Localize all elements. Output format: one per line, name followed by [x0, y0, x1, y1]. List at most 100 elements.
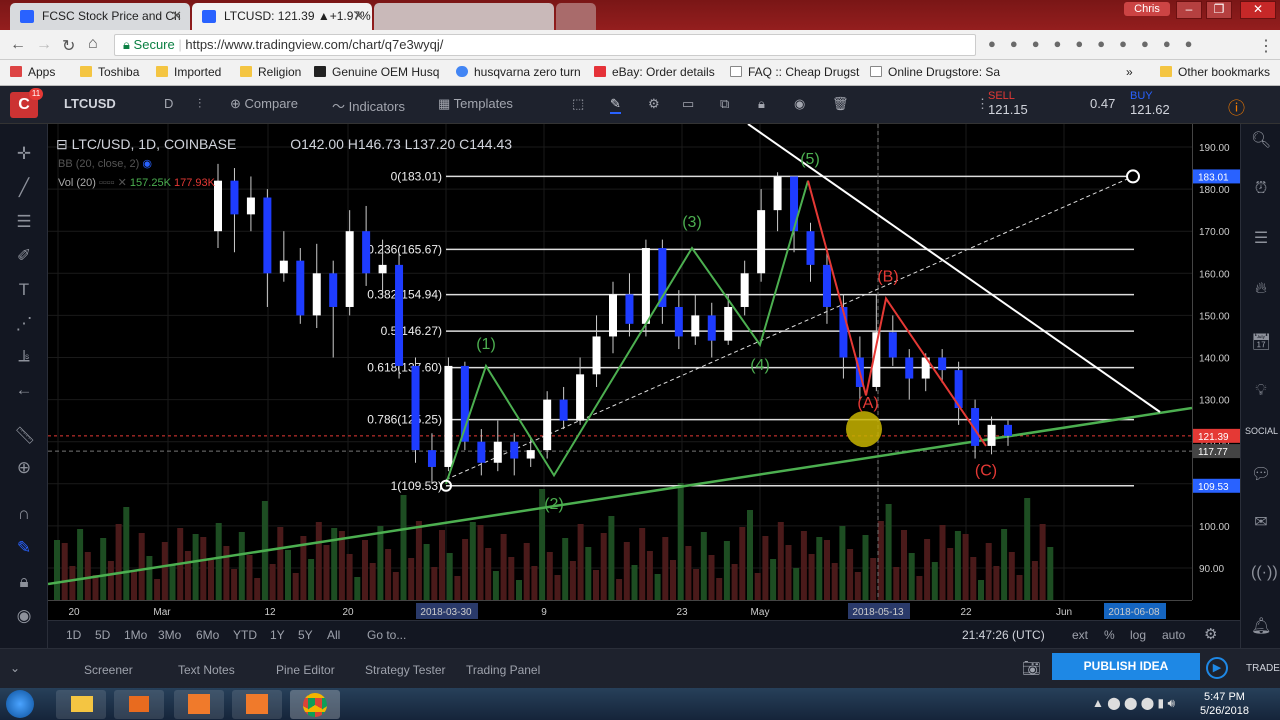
range-all[interactable]: All	[327, 628, 340, 642]
legend-title[interactable]: LTC/USD, 1D, COINBASE	[72, 136, 237, 152]
bookmark-husqvarna[interactable]: husqvarna zero turn	[456, 65, 581, 79]
bookmark-apps[interactable]: Apps	[10, 65, 55, 79]
templates-button[interactable]: ▦ Templates	[438, 96, 513, 112]
zoom-in-icon[interactable]: ⊕	[14, 458, 34, 478]
close-tab-icon[interactable]: ✕	[353, 8, 364, 24]
select-icon[interactable]: ⬚	[572, 96, 584, 112]
bb-legend[interactable]: BB (20, close, 2) ◉	[58, 157, 152, 170]
bookmark-religion[interactable]: Religion	[240, 65, 301, 79]
back-icon[interactable]: ←	[10, 36, 26, 54]
ruler-icon[interactable]: 📏︎	[14, 426, 36, 446]
alert-clock-icon[interactable]: ⏰︎	[1251, 180, 1271, 200]
pattern-icon[interactable]: ⋰	[14, 314, 34, 334]
menu-icon[interactable]: ⋮	[1258, 36, 1274, 56]
compare-button[interactable]: ⊕ Compare	[230, 96, 298, 112]
hotlist-icon[interactable]: 🔥︎	[1251, 280, 1271, 300]
range-3mo[interactable]: 3Mo	[158, 628, 181, 642]
range-1y[interactable]: 1Y	[270, 628, 285, 642]
bookmark-husq[interactable]: Genuine OEM Husq	[314, 65, 439, 79]
copy-icon[interactable]: ⧉	[720, 96, 729, 112]
trash-icon[interactable]: 🗑︎	[832, 96, 849, 112]
range-5y[interactable]: 5Y	[298, 628, 313, 642]
bookmark-ebay[interactable]: eBay: Order details	[594, 65, 715, 79]
vol-legend[interactable]: Vol (20) ▫▫▫▫ ✕ 157.25K 177.93K	[58, 176, 215, 189]
tab-text-notes[interactable]: Text Notes	[178, 663, 235, 677]
bookmarks-overflow-icon[interactable]: »	[1126, 65, 1133, 79]
start-button-icon[interactable]	[6, 690, 34, 718]
browser-tab[interactable]	[374, 3, 554, 30]
stream-icon[interactable]: ((·))	[1251, 564, 1278, 584]
bookmark-faq[interactable]: FAQ :: Cheap Drugst	[730, 65, 859, 79]
close-window-icon[interactable]: ✕	[1240, 1, 1276, 19]
goto-button[interactable]: Go to...	[367, 628, 406, 642]
bookmark-imported[interactable]: Imported	[156, 65, 221, 79]
browser-tab-active[interactable]: LTCUSD: 121.39 ▲+1.97% ✕	[192, 3, 372, 30]
text-icon[interactable]: T	[14, 280, 34, 300]
home-icon[interactable]: ⌂	[88, 35, 98, 53]
range-6mo[interactable]: 6Mo	[196, 628, 219, 642]
new-tab-button[interactable]	[556, 3, 596, 30]
interval-button[interactable]: D	[164, 96, 173, 111]
range-1mo[interactable]: 1Mo	[124, 628, 147, 642]
bars-style-icon[interactable]: ⫶	[198, 96, 201, 112]
reload-icon[interactable]: ↻	[62, 36, 75, 56]
lock-drawings-icon[interactable]: 🔒︎	[14, 572, 34, 592]
close-tab-icon[interactable]: ✕	[171, 8, 182, 24]
calendar-icon[interactable]: 📅︎	[1251, 332, 1271, 352]
minimize-icon[interactable]: –	[1176, 1, 1202, 19]
time-axis[interactable]: 20 Mar 12 20 2018-03-30 9 23 May 2018-05-13 22 Jun…	[48, 600, 1192, 620]
horizontal-lines-icon[interactable]: ☰	[14, 212, 34, 232]
camera-icon[interactable]: 📷︎	[1022, 659, 1041, 677]
tab-strategy-tester[interactable]: Strategy Tester	[365, 663, 445, 677]
chrome-icon[interactable]	[290, 690, 340, 719]
explorer-icon[interactable]	[56, 690, 106, 719]
scale-percent[interactable]: %	[1104, 628, 1115, 642]
forward-icon[interactable]: →	[36, 36, 52, 54]
forecast-icon[interactable]: ⫡	[14, 346, 34, 366]
info-icon[interactable]: ⓘ	[1228, 94, 1245, 119]
collapse-legend-icon[interactable]: ⊟	[56, 136, 72, 152]
chat-icon[interactable]: 💬︎	[1251, 464, 1271, 484]
brush-icon[interactable]: ✎	[610, 96, 621, 114]
layout-icon[interactable]: ▭	[682, 96, 694, 112]
system-clock[interactable]: 5:47 PM 5/26/2018	[1200, 690, 1249, 718]
scale-auto[interactable]: auto	[1162, 628, 1185, 642]
bookmark-online-drugstore[interactable]: Online Drugstore: Sa	[870, 65, 1000, 79]
app-icon[interactable]	[174, 690, 224, 719]
chart-settings-icon[interactable]: ⚙	[1204, 625, 1217, 643]
address-bar[interactable]: 🔒︎ Secure | https://www.tradingview.com/…	[114, 34, 976, 56]
profile-name[interactable]: Chris	[1124, 2, 1170, 16]
price-axis[interactable]: 190.00 180.00 170.00 160.00 150.00 140.00 130.…	[1192, 124, 1241, 600]
magnet-icon[interactable]: ∩	[14, 504, 34, 524]
pen-icon[interactable]: ✐	[14, 246, 34, 266]
settings-gear-icon[interactable]: ⚙	[648, 96, 660, 112]
vol-controls-icon[interactable]: ▫▫▫▫ ✕	[99, 177, 127, 189]
media-player-icon[interactable]	[114, 690, 164, 719]
stay-drawing-icon[interactable]: ✎	[14, 538, 34, 558]
app-icon[interactable]	[232, 690, 282, 719]
tab-screener[interactable]: Screener	[84, 663, 133, 677]
range-1d[interactable]: 1D	[66, 628, 81, 642]
search-icon[interactable]: 🔍︎	[1251, 130, 1271, 150]
maximize-icon[interactable]: ❐	[1206, 1, 1232, 19]
trade-label[interactable]: TRADE	[1246, 663, 1280, 674]
range-5d[interactable]: 5D	[95, 628, 110, 642]
bookmark-toshiba[interactable]: Toshiba	[80, 65, 139, 79]
watchlist-icon[interactable]: ☰	[1251, 228, 1271, 248]
messages-icon[interactable]: ✉	[1251, 512, 1271, 532]
browser-tab[interactable]: FCSC Stock Price and Ch ✕	[10, 3, 190, 30]
range-ytd[interactable]: YTD	[233, 628, 257, 642]
play-icon[interactable]: ▶	[1206, 657, 1228, 679]
back-arrow-icon[interactable]: ←	[14, 380, 34, 400]
collapse-panel-icon[interactable]: ⌄	[10, 661, 20, 675]
scale-ext[interactable]: ext	[1072, 628, 1088, 642]
scale-log[interactable]: log	[1130, 628, 1146, 642]
notifications-icon[interactable]: 🔔︎	[1251, 616, 1271, 636]
indicators-button[interactable]: 〜 Indicators	[332, 96, 405, 115]
crosshair-icon[interactable]: ✛	[14, 144, 34, 164]
utc-clock[interactable]: 21:47:26 (UTC)	[962, 628, 1045, 642]
buy-button[interactable]: BUY 121.62	[1130, 89, 1220, 121]
eye-icon[interactable]: ◉	[794, 96, 805, 112]
lock-icon[interactable]: 🔒︎	[758, 96, 765, 112]
trendline-icon[interactable]: ╱	[14, 178, 34, 198]
